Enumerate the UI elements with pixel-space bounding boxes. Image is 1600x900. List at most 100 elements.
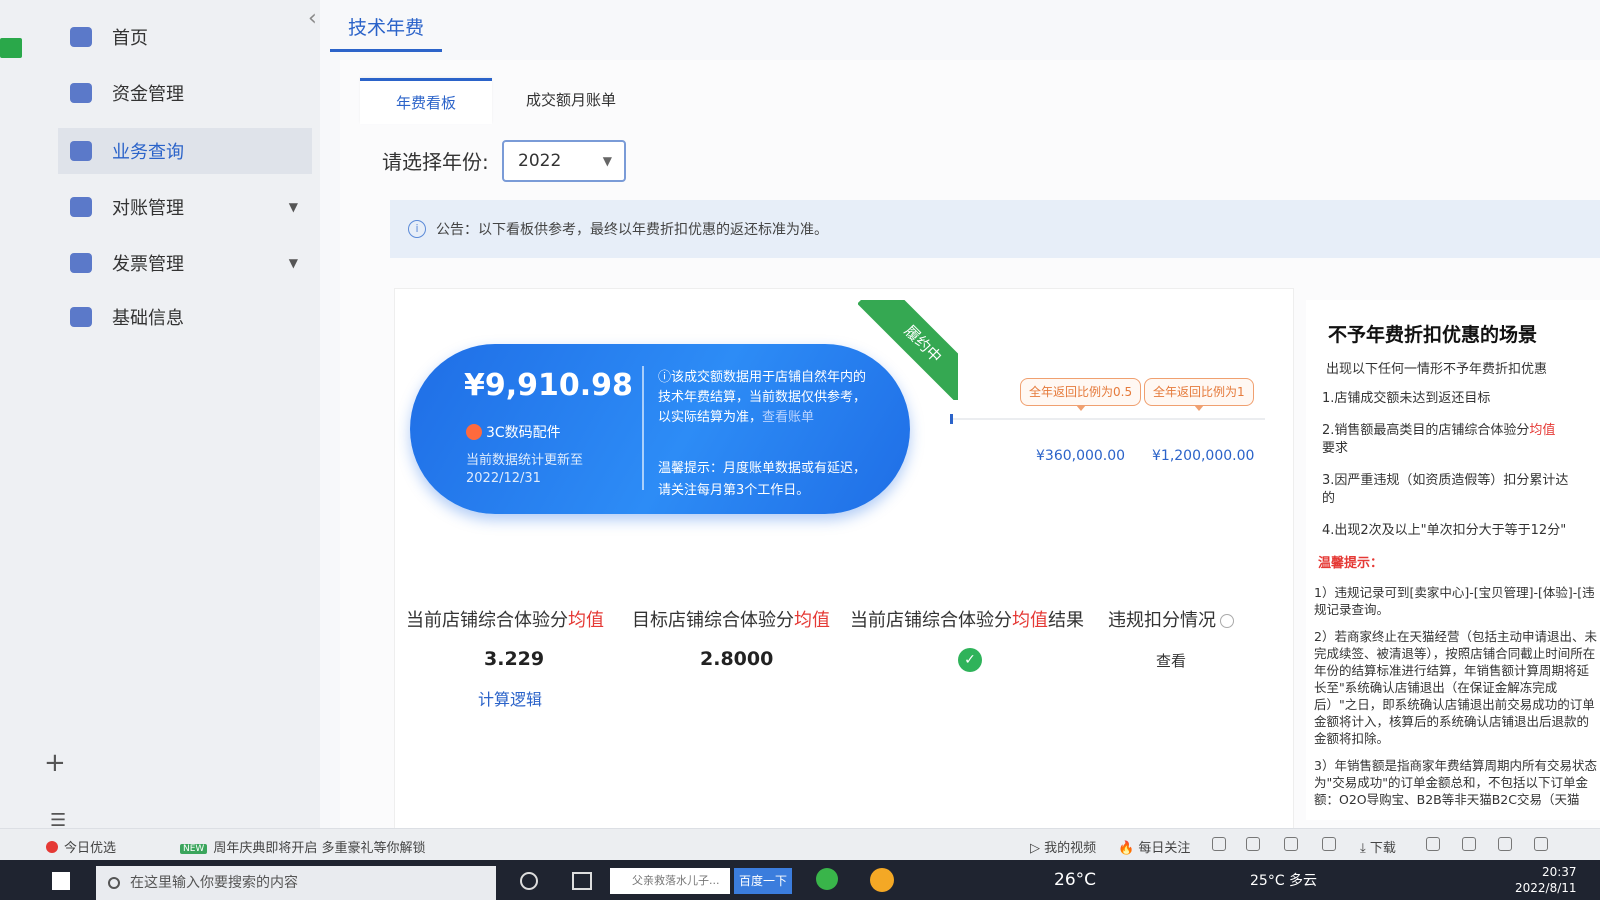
divider <box>642 366 644 490</box>
metric-head-text: 当前店铺综合体验分 <box>850 610 1012 631</box>
sidebar-item-home[interactable]: 首页 <box>58 14 312 60</box>
warm-tip-list: 1）违规记录可到[卖家中心]-[宝贝管理]-[体验]-[违规记录查询。 2）若商… <box>1314 584 1600 818</box>
heart-icon <box>46 841 58 853</box>
rules-panel: 不予年费折扣优惠的场景 出现以下任何一情形不予年费折扣优惠 1.店铺成交额未达到… <box>1306 300 1600 820</box>
summary-description: ⓘ该成交额数据用于店铺自然年内的技术年费结算，当前数据仅供参考，以实际结算为准，… <box>658 368 868 428</box>
taskbar-search-placeholder: 在这里输入你要搜索的内容 <box>130 875 298 891</box>
browser-search-input[interactable]: 父亲救落水儿子... <box>610 868 730 894</box>
window-icon[interactable] <box>1498 837 1512 851</box>
rule-text: 1.店铺成交额未达到返还目标 <box>1322 391 1491 406</box>
info-icon: ⓘ <box>658 370 672 385</box>
year-select-label: 请选择年份: <box>382 150 489 174</box>
shield-icon[interactable] <box>1212 837 1226 851</box>
target-score-value: 2.8000 <box>700 648 774 670</box>
sidebar-item-basic-info[interactable]: 基础信息 <box>58 294 312 340</box>
sidebar: 首页 资金管理 业务查询 对账管理 ▼ 发票管理 ▼ 基础信息 + ☰ <box>0 0 320 860</box>
warm-tip-item: 3）年销售额是指商家年费结算周期内所有交易状态为"交易成功"的订单金额总和，不包… <box>1314 758 1597 807</box>
game-icon[interactable] <box>1284 837 1298 851</box>
rule-text: 要求 <box>1322 441 1349 456</box>
current-score-value: 3.229 <box>484 648 545 670</box>
year-select[interactable]: 2022 ▼ <box>502 140 626 182</box>
promo-link[interactable]: NEW 周年庆典即将开启 多重豪礼等你解锁 <box>180 837 425 856</box>
today-picks-label: 今日优选 <box>64 841 117 856</box>
sidebar-item-label: 资金管理 <box>112 84 184 105</box>
rules-title: 不予年费折扣优惠的场景 <box>1328 324 1538 346</box>
notice-text: 公告：以下看板供参考，最终以年费折扣优惠的返还标准为准。 <box>436 222 828 238</box>
windows-start-icon[interactable] <box>52 872 70 890</box>
volume-icon[interactable] <box>1534 837 1548 851</box>
weather-forecast[interactable]: 25°C 多云 <box>1250 870 1317 890</box>
rules-intro: 出现以下任何一情形不予年费折扣优惠 <box>1326 362 1548 377</box>
browser-app-icon[interactable] <box>816 868 838 890</box>
sidebar-item-business-query[interactable]: 业务查询 <box>58 128 312 174</box>
sidebar-item-label: 基础信息 <box>112 308 184 329</box>
document-icon <box>70 307 92 327</box>
tab-tech-annual-fee[interactable]: 技术年费 <box>330 10 442 52</box>
invoice-icon <box>70 253 92 273</box>
home-icon <box>70 27 92 47</box>
daily-follow-link[interactable]: 🔥 每日关注 <box>1118 837 1190 856</box>
daily-follow-label: 每日关注 <box>1138 841 1191 856</box>
metric-head-text: 当前店铺综合体验分 <box>406 610 568 631</box>
add-icon[interactable]: + <box>44 748 66 778</box>
tab-monthly-bill[interactable]: 成交额月账单 <box>510 78 632 124</box>
sidebar-item-reconciliation[interactable]: 对账管理 ▼ <box>58 184 312 230</box>
rules-list: 1.店铺成交额未达到返还目标 2.销售额最高类目的店铺综合体验分均值要求 3.因… <box>1322 390 1600 554</box>
my-video-link[interactable]: ▷ 我的视频 <box>1030 837 1096 856</box>
task-view-icon[interactable] <box>572 872 592 890</box>
rule-item: 1.店铺成交额未达到返还目标 <box>1322 390 1600 408</box>
download-link[interactable]: ⤓ 下载 <box>1360 837 1396 856</box>
sidebar-item-funds[interactable]: 资金管理 <box>58 70 312 116</box>
metric-score-result-head: 当前店铺综合体验分均值结果 <box>850 606 1084 632</box>
cortana-icon[interactable] <box>520 872 538 890</box>
progress-track <box>953 418 1265 420</box>
new-badge: NEW <box>180 844 208 854</box>
chevron-down-icon: ▼ <box>602 154 612 168</box>
system-clock[interactable]: 20:37 2022/8/11 <box>1515 864 1577 896</box>
rocket-icon[interactable] <box>1322 837 1336 851</box>
sidebar-item-invoice[interactable]: 发票管理 ▼ <box>58 240 312 286</box>
printer-icon[interactable] <box>1426 837 1440 851</box>
app-icon[interactable] <box>870 868 894 892</box>
update-info: 当前数据统计更新至 2022/12/31 <box>466 452 616 488</box>
update-line: 当前数据统计更新至 <box>466 453 584 468</box>
check-icon: ✓ <box>958 648 982 672</box>
view-violation-link[interactable]: 查看 <box>1156 650 1186 671</box>
warm-tip-item: 1）违规记录可到[卖家中心]-[宝贝管理]-[体验]-[违规记录查询。 <box>1314 585 1595 617</box>
rule-item: 3.因严重违规（如资质造假等）扣分累计达的 <box>1322 472 1600 508</box>
warm-tip-title: 温馨提示： <box>1318 556 1384 571</box>
threshold-amount-1: ¥360,000.00 <box>1036 448 1126 464</box>
metric-head-text: 结果 <box>1048 610 1084 631</box>
rule-item: 4.出现2次及以上"单次扣分大于等于12分" <box>1322 522 1600 540</box>
threshold-amount-2: ¥1,200,000.00 <box>1152 448 1255 464</box>
rule-highlight: 均值 <box>1529 423 1556 438</box>
today-picks-link[interactable]: 今日优选 <box>46 837 116 856</box>
weather-temp[interactable]: 26°C <box>1054 870 1096 890</box>
reconciliation-icon <box>70 197 92 217</box>
sidebar-item-label: 发票管理 <box>112 254 184 275</box>
category-label: 3C数码配件 <box>466 422 561 442</box>
metric-violation-head: 违规扣分情况 <box>1108 606 1234 632</box>
help-icon[interactable] <box>1220 614 1234 628</box>
info-icon: i <box>408 220 426 238</box>
chevron-down-icon: ▼ <box>288 256 298 270</box>
view-bill-link[interactable]: 查看账单 <box>762 410 814 425</box>
sidebar-item-label: 业务查询 <box>112 142 184 163</box>
sidebar-item-label: 对账管理 <box>112 198 184 219</box>
image-icon[interactable] <box>1246 837 1260 851</box>
chevron-down-icon: ▼ <box>288 200 298 214</box>
metric-head-highlight: 均值 <box>568 610 604 631</box>
return-ratio-tag-half: 全年返回比例为0.5 <box>1020 378 1142 411</box>
taskbar-search-input[interactable]: 在这里输入你要搜索的内容 <box>96 866 496 900</box>
promo-text: 周年庆典即将开启 多重豪礼等你解锁 <box>213 841 426 856</box>
baidu-search-button[interactable]: 百度一下 <box>734 868 792 894</box>
scissors-icon[interactable] <box>1462 837 1476 851</box>
calc-logic-link[interactable]: 计算逻辑 <box>478 686 542 710</box>
rule-text: 2.销售额最高类目的店铺综合体验分 <box>1322 423 1530 438</box>
browser-status-bar: 今日优选 NEW 周年庆典即将开启 多重豪礼等你解锁 ▷ 我的视频 🔥 每日关注 … <box>0 828 1600 860</box>
sales-amount: ¥9,910.98 <box>464 368 633 403</box>
my-video-label: 我的视频 <box>1044 841 1097 856</box>
funds-icon <box>70 83 92 103</box>
collapse-arrow-icon[interactable]: ‹ <box>308 6 317 31</box>
tab-annual-fee-board[interactable]: 年费看板 <box>360 78 492 124</box>
